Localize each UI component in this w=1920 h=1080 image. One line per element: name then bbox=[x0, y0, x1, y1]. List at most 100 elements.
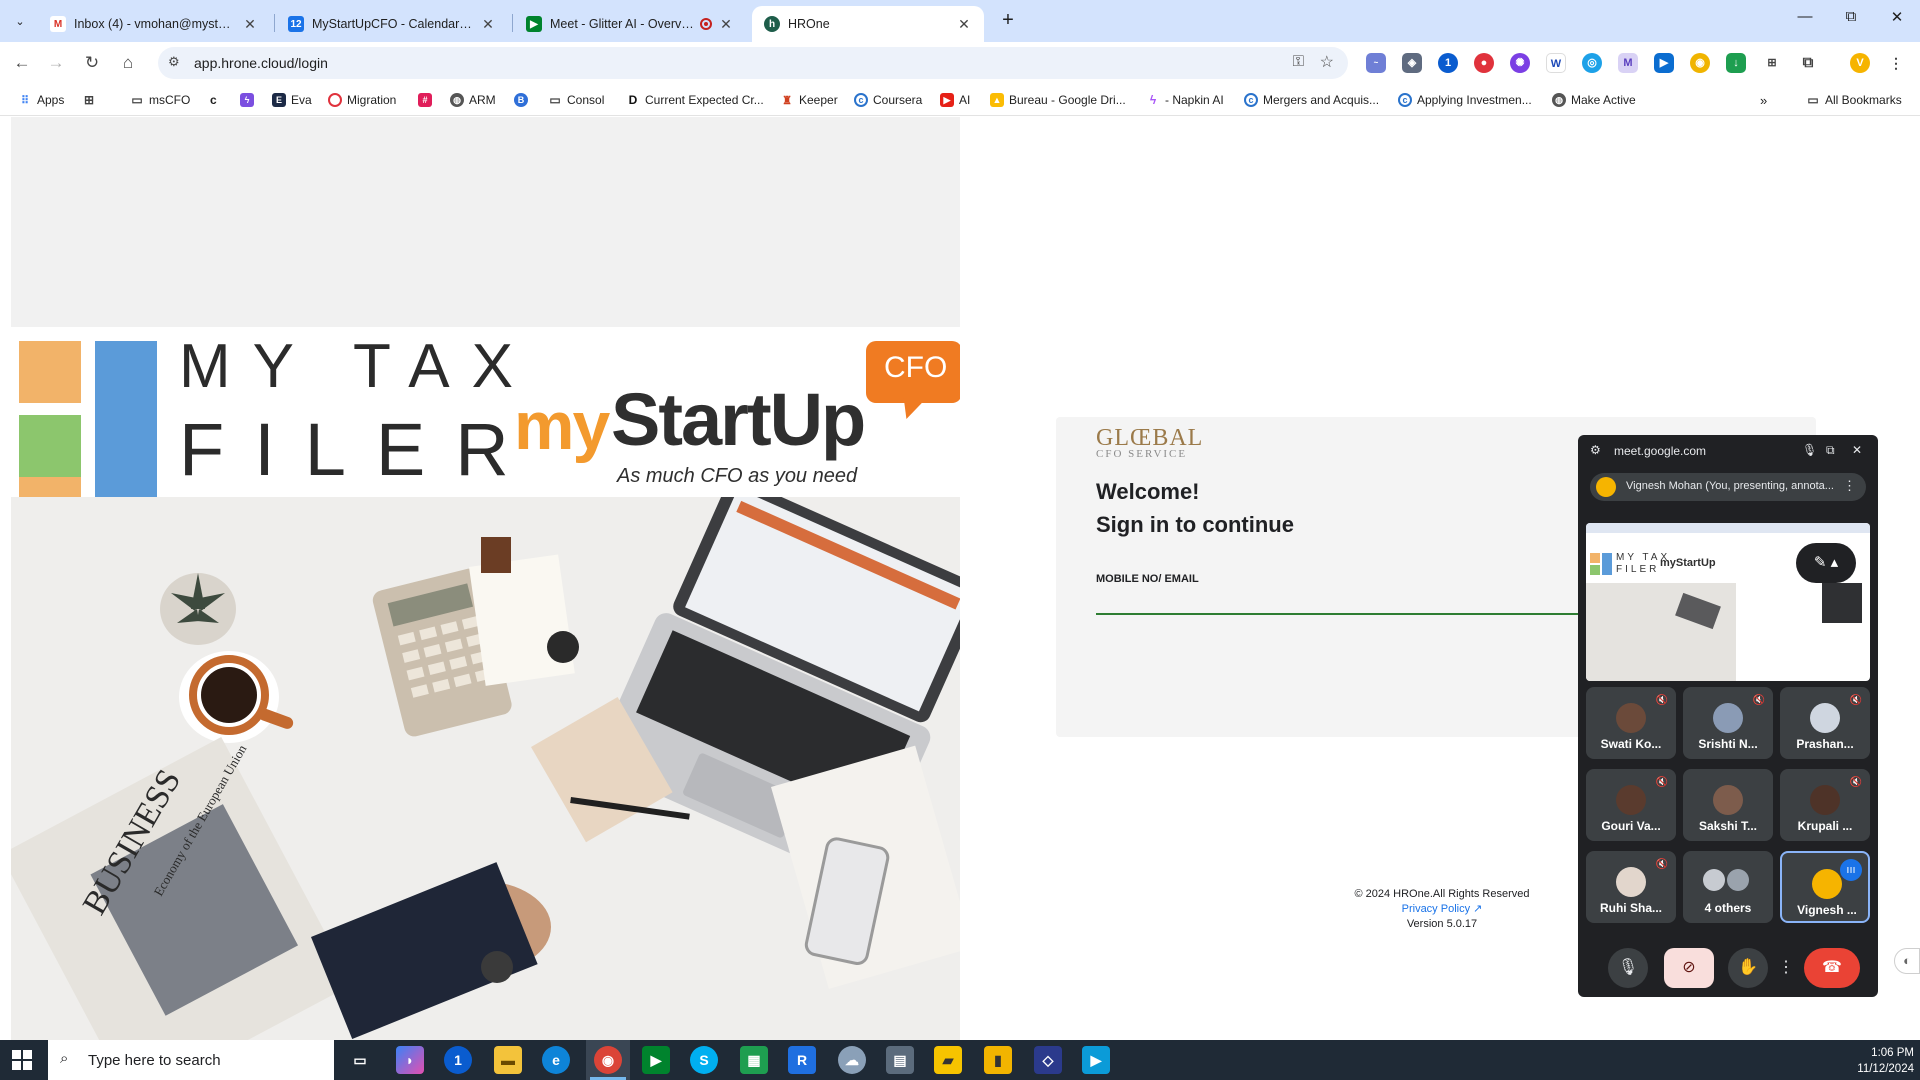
bookmark-migration[interactable]: Migration bbox=[328, 91, 396, 109]
wordtune-icon[interactable]: W bbox=[1546, 53, 1566, 73]
participant-tile-others[interactable]: 4 others bbox=[1683, 851, 1773, 923]
edge-icon[interactable]: e bbox=[542, 1046, 570, 1074]
reload-icon[interactable]: ↻ bbox=[80, 51, 104, 75]
back-icon[interactable]: ← bbox=[10, 51, 34, 75]
bookmark-keeper[interactable]: ♜ Keeper bbox=[780, 91, 838, 109]
skype-icon[interactable]: S bbox=[690, 1046, 718, 1074]
bookmark-all-bookmarks[interactable]: ▭ All Bookmarks bbox=[1806, 91, 1902, 109]
sticky-notes-icon[interactable]: ▰ bbox=[934, 1046, 962, 1074]
tab-gmail[interactable]: M Inbox (4) - vmohan@mystartupcfo.com ✕ bbox=[38, 6, 270, 42]
new-tab-button[interactable]: + bbox=[996, 9, 1020, 32]
profile-avatar[interactable]: V bbox=[1850, 53, 1870, 73]
sparkle-extension-icon[interactable]: ✺ bbox=[1510, 53, 1530, 73]
tab-hrone[interactable]: h HROne ✕ bbox=[752, 6, 984, 42]
site-settings-icon[interactable]: ⚙ bbox=[1590, 443, 1601, 457]
bookmark-napkin[interactable]: ϟ - Napkin AI bbox=[1146, 91, 1224, 109]
password-key-icon[interactable]: ⚿ bbox=[1293, 53, 1304, 70]
bookmark-make-active[interactable]: ◍ Make Active bbox=[1552, 91, 1636, 109]
raise-hand-button[interactable]: ✋ bbox=[1728, 948, 1768, 988]
tactiq-icon[interactable]: M bbox=[1618, 53, 1638, 73]
extension-icon[interactable]: ~ bbox=[1366, 53, 1386, 73]
onepassword-icon[interactable]: 1 bbox=[1438, 53, 1458, 73]
close-tab-icon[interactable]: ✕ bbox=[956, 16, 972, 33]
address-bar[interactable]: ⚙ app.hrone.cloud/login ⚿ ☆ bbox=[158, 47, 1348, 79]
privacy-policy-link[interactable]: Privacy Policy bbox=[1402, 903, 1470, 915]
record-extension-icon[interactable]: ● bbox=[1474, 53, 1494, 73]
shield-icon[interactable]: ◈ bbox=[1402, 53, 1422, 73]
participant-tile[interactable]: Sakshi T... bbox=[1683, 769, 1773, 841]
tab-calendar[interactable]: 12 MyStartUpCFO - Calendar - Week ✕ bbox=[276, 6, 508, 42]
close-window-icon[interactable]: ✕ bbox=[1882, 8, 1912, 26]
power-bi-icon[interactable]: ▮ bbox=[984, 1046, 1012, 1074]
coin-extension-icon[interactable]: ◉ bbox=[1690, 53, 1710, 73]
system-clock[interactable]: 1:06 PM 11/12/2024 bbox=[1844, 1045, 1914, 1077]
bookmark-eva[interactable]: E Eva bbox=[272, 91, 312, 109]
annotate-button[interactable]: ✎ ▴ bbox=[1796, 543, 1856, 583]
more-bookmarks-icon[interactable]: » bbox=[1760, 91, 1767, 109]
r-app-icon[interactable]: R bbox=[788, 1046, 816, 1074]
bookmark-mscfo[interactable]: ▭ msCFO bbox=[130, 91, 190, 109]
bookmark-slack[interactable]: # bbox=[418, 91, 437, 109]
participant-tile-self[interactable]: ııı Vignesh ... bbox=[1780, 851, 1870, 923]
app2-taskbar-icon[interactable]: ◇ bbox=[1034, 1046, 1062, 1074]
windows-start-icon[interactable] bbox=[12, 1050, 32, 1070]
meet-taskbar-icon[interactable]: ▶ bbox=[642, 1046, 670, 1074]
taskbar-search[interactable]: ⌕ Type here to search bbox=[48, 1040, 334, 1080]
onepassword-taskbar-icon[interactable]: 1 bbox=[444, 1046, 472, 1074]
microphone-button[interactable]: 🎙 bbox=[1608, 948, 1648, 988]
close-tab-icon[interactable]: ✕ bbox=[242, 16, 258, 33]
bookmark-bureau[interactable]: ▲ Bureau - Google Dri... bbox=[990, 91, 1126, 109]
tab-meet[interactable]: ▶ Meet - Glitter AI - Overview ✕ bbox=[514, 6, 746, 42]
camera-off-button[interactable]: ⊘ bbox=[1664, 948, 1714, 988]
bookmark-arm[interactable]: ◍ ARM bbox=[450, 91, 496, 109]
bookmark-mergers[interactable]: c Mergers and Acquis... bbox=[1244, 91, 1379, 109]
presenting-bar[interactable]: Vignesh Mohan (You, presenting, annota..… bbox=[1590, 473, 1866, 501]
copilot-icon[interactable]: ◗ bbox=[396, 1046, 424, 1074]
send-taskbar-icon[interactable]: ▶ bbox=[1082, 1046, 1110, 1074]
restore-icon[interactable]: ⧉ bbox=[1836, 8, 1866, 25]
side-panel-toggle-icon[interactable]: ◐ bbox=[1894, 948, 1920, 974]
bookmark-b[interactable]: B bbox=[514, 91, 533, 109]
bookmark-apps[interactable]: ⠿ Apps bbox=[18, 91, 64, 109]
bookmark-star-icon[interactable]: ☆ bbox=[1320, 52, 1334, 72]
app-taskbar-icon[interactable]: ▦ bbox=[740, 1046, 768, 1074]
more-options-icon[interactable]: ⋮ bbox=[1843, 478, 1856, 494]
loom-icon[interactable]: ◎ bbox=[1582, 53, 1602, 73]
chrome-icon[interactable]: ◉ bbox=[594, 1046, 622, 1074]
send-extension-icon[interactable]: ▶ bbox=[1654, 53, 1674, 73]
extensions-puzzle-icon[interactable]: ⧉ bbox=[1798, 53, 1818, 73]
apps-extension-icon[interactable]: ⊞ bbox=[1762, 53, 1782, 73]
participant-tile[interactable]: 🔇 Swati Ko... bbox=[1586, 687, 1676, 759]
close-tab-icon[interactable]: ✕ bbox=[480, 16, 496, 33]
forward-icon[interactable]: → bbox=[44, 51, 68, 75]
bookmark-grid[interactable]: ⊞ bbox=[82, 91, 101, 109]
leave-call-button[interactable]: ☎ bbox=[1804, 948, 1860, 988]
bookmark-coursera[interactable]: c Coursera bbox=[854, 91, 922, 109]
participant-tile[interactable]: 🔇 Ruhi Sha... bbox=[1586, 851, 1676, 923]
site-info-icon[interactable]: ⚙ bbox=[168, 54, 180, 70]
bookmark-c[interactable]: c bbox=[210, 91, 217, 109]
tab-search-icon[interactable]: ⌄ bbox=[8, 9, 32, 33]
back-to-tab-icon[interactable]: ⧉ bbox=[1826, 443, 1835, 458]
bookmark-applying[interactable]: c Applying Investmen... bbox=[1398, 91, 1532, 109]
close-pip-icon[interactable]: ✕ bbox=[1852, 443, 1862, 457]
close-tab-icon[interactable]: ✕ bbox=[718, 16, 734, 33]
browser-menu-icon[interactable]: ⋮ bbox=[1886, 53, 1906, 73]
bookmark-ai[interactable]: ▶ AI bbox=[940, 91, 970, 109]
calculator-icon[interactable]: ▤ bbox=[886, 1046, 914, 1074]
microphone-icon[interactable]: 🎙 bbox=[1802, 443, 1817, 457]
task-view-icon[interactable]: ▭ bbox=[346, 1046, 374, 1074]
participant-tile[interactable]: 🔇 Prashan... bbox=[1780, 687, 1870, 759]
file-explorer-icon[interactable]: ▬ bbox=[494, 1046, 522, 1074]
participant-tile[interactable]: 🔇 Krupali ... bbox=[1780, 769, 1870, 841]
download-extension-icon[interactable]: ↓ bbox=[1726, 53, 1746, 73]
participant-tile[interactable]: 🔇 Gouri Va... bbox=[1586, 769, 1676, 841]
bookmark-consol[interactable]: ▭ Consol bbox=[548, 91, 604, 109]
more-options-icon[interactable]: ⋮ bbox=[1776, 948, 1796, 988]
participant-tile[interactable]: 🔇 Srishti N... bbox=[1683, 687, 1773, 759]
weather-icon[interactable]: ☁ bbox=[838, 1046, 866, 1074]
url-text[interactable]: app.hrone.cloud/login bbox=[194, 55, 328, 71]
minimize-icon[interactable]: — bbox=[1790, 8, 1820, 25]
bookmark-current-expected[interactable]: D Current Expected Cr... bbox=[626, 91, 764, 109]
bookmark-stripe[interactable]: ϟ bbox=[240, 91, 259, 109]
